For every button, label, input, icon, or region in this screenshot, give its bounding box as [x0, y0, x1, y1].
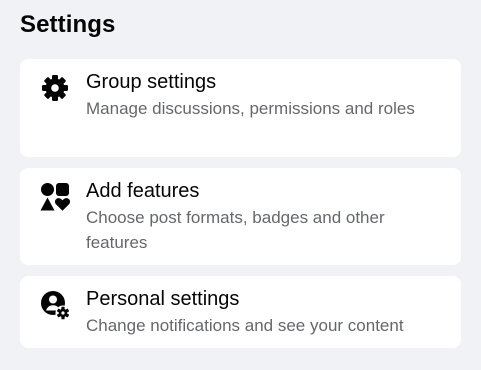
shapes-icon	[40, 182, 70, 212]
personal-settings-description: Change notifications and see your conten…	[86, 316, 404, 335]
group-settings-description: Manage discussions, permissions and role…	[86, 99, 415, 118]
page-title: Settings	[20, 11, 116, 38]
add-features-description: Choose post formats, badges and other fe…	[86, 208, 385, 252]
add-features-item[interactable]: Add features Choose post formats, badges…	[20, 168, 461, 265]
group-settings-item[interactable]: Group settings Manage discussions, permi…	[20, 59, 461, 157]
person-gear-icon	[40, 290, 70, 320]
gear-icon	[40, 73, 70, 103]
personal-settings-title: Personal settings	[86, 288, 240, 310]
group-settings-title: Group settings	[86, 71, 217, 93]
personal-settings-item[interactable]: Personal settings Change notifications a…	[20, 276, 461, 348]
add-features-title: Add features	[86, 180, 200, 202]
